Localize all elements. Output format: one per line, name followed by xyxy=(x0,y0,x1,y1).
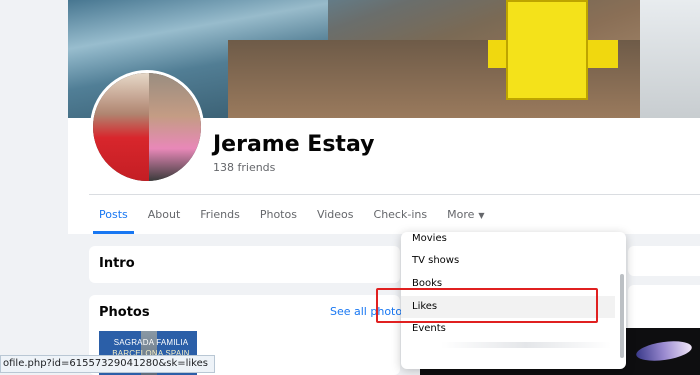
profile-avatar[interactable] xyxy=(90,70,204,184)
tab-label: Friends xyxy=(200,208,240,221)
chevron-down-icon: ▼ xyxy=(478,211,485,220)
photos-title: Photos xyxy=(99,305,150,320)
tab-label: Check-ins xyxy=(373,208,428,221)
tab-more[interactable]: More ▼ xyxy=(437,196,494,234)
avatar-left-photo xyxy=(93,73,150,181)
menu-next-item-partial xyxy=(441,342,611,348)
profile-tabs: Posts About Friends Photos Videos Check-… xyxy=(89,196,495,234)
intro-card: Intro xyxy=(89,246,400,283)
menu-item-movies[interactable]: Movies xyxy=(401,232,615,250)
friends-count[interactable]: 138 friends xyxy=(213,161,275,174)
avatar-image xyxy=(93,73,201,181)
tab-label: About xyxy=(147,208,181,221)
avatar-right-photo xyxy=(149,73,201,181)
profile-name: Jerame Estay xyxy=(213,132,375,157)
tab-photos[interactable]: Photos xyxy=(250,196,307,234)
likes-highlight-box xyxy=(376,288,598,323)
menu-item-tv-shows[interactable]: TV shows xyxy=(401,250,615,272)
tab-label: Videos xyxy=(316,208,354,221)
tab-about[interactable]: About xyxy=(138,196,191,234)
status-bar-url: ofile.php?id=61557329041280&sk=likes xyxy=(0,355,215,373)
tab-label: More xyxy=(447,208,475,221)
intro-title: Intro xyxy=(99,256,135,271)
cover-sky xyxy=(640,0,700,118)
cover-crane xyxy=(506,0,588,100)
cover-ship-deck xyxy=(228,40,700,118)
right-column-card xyxy=(628,246,700,276)
header-divider xyxy=(89,194,700,195)
menu-scrollbar[interactable] xyxy=(620,274,624,358)
tab-check-ins[interactable]: Check-ins xyxy=(364,196,438,234)
tab-posts[interactable]: Posts xyxy=(89,196,138,234)
tab-videos[interactable]: Videos xyxy=(307,196,364,234)
tab-label: Photos xyxy=(259,208,297,221)
tab-friends[interactable]: Friends xyxy=(190,196,250,234)
left-margin xyxy=(0,0,68,234)
thumb-text-line-1: SAGRADA FAMILIA xyxy=(113,338,189,347)
tab-label: Posts xyxy=(99,208,128,221)
